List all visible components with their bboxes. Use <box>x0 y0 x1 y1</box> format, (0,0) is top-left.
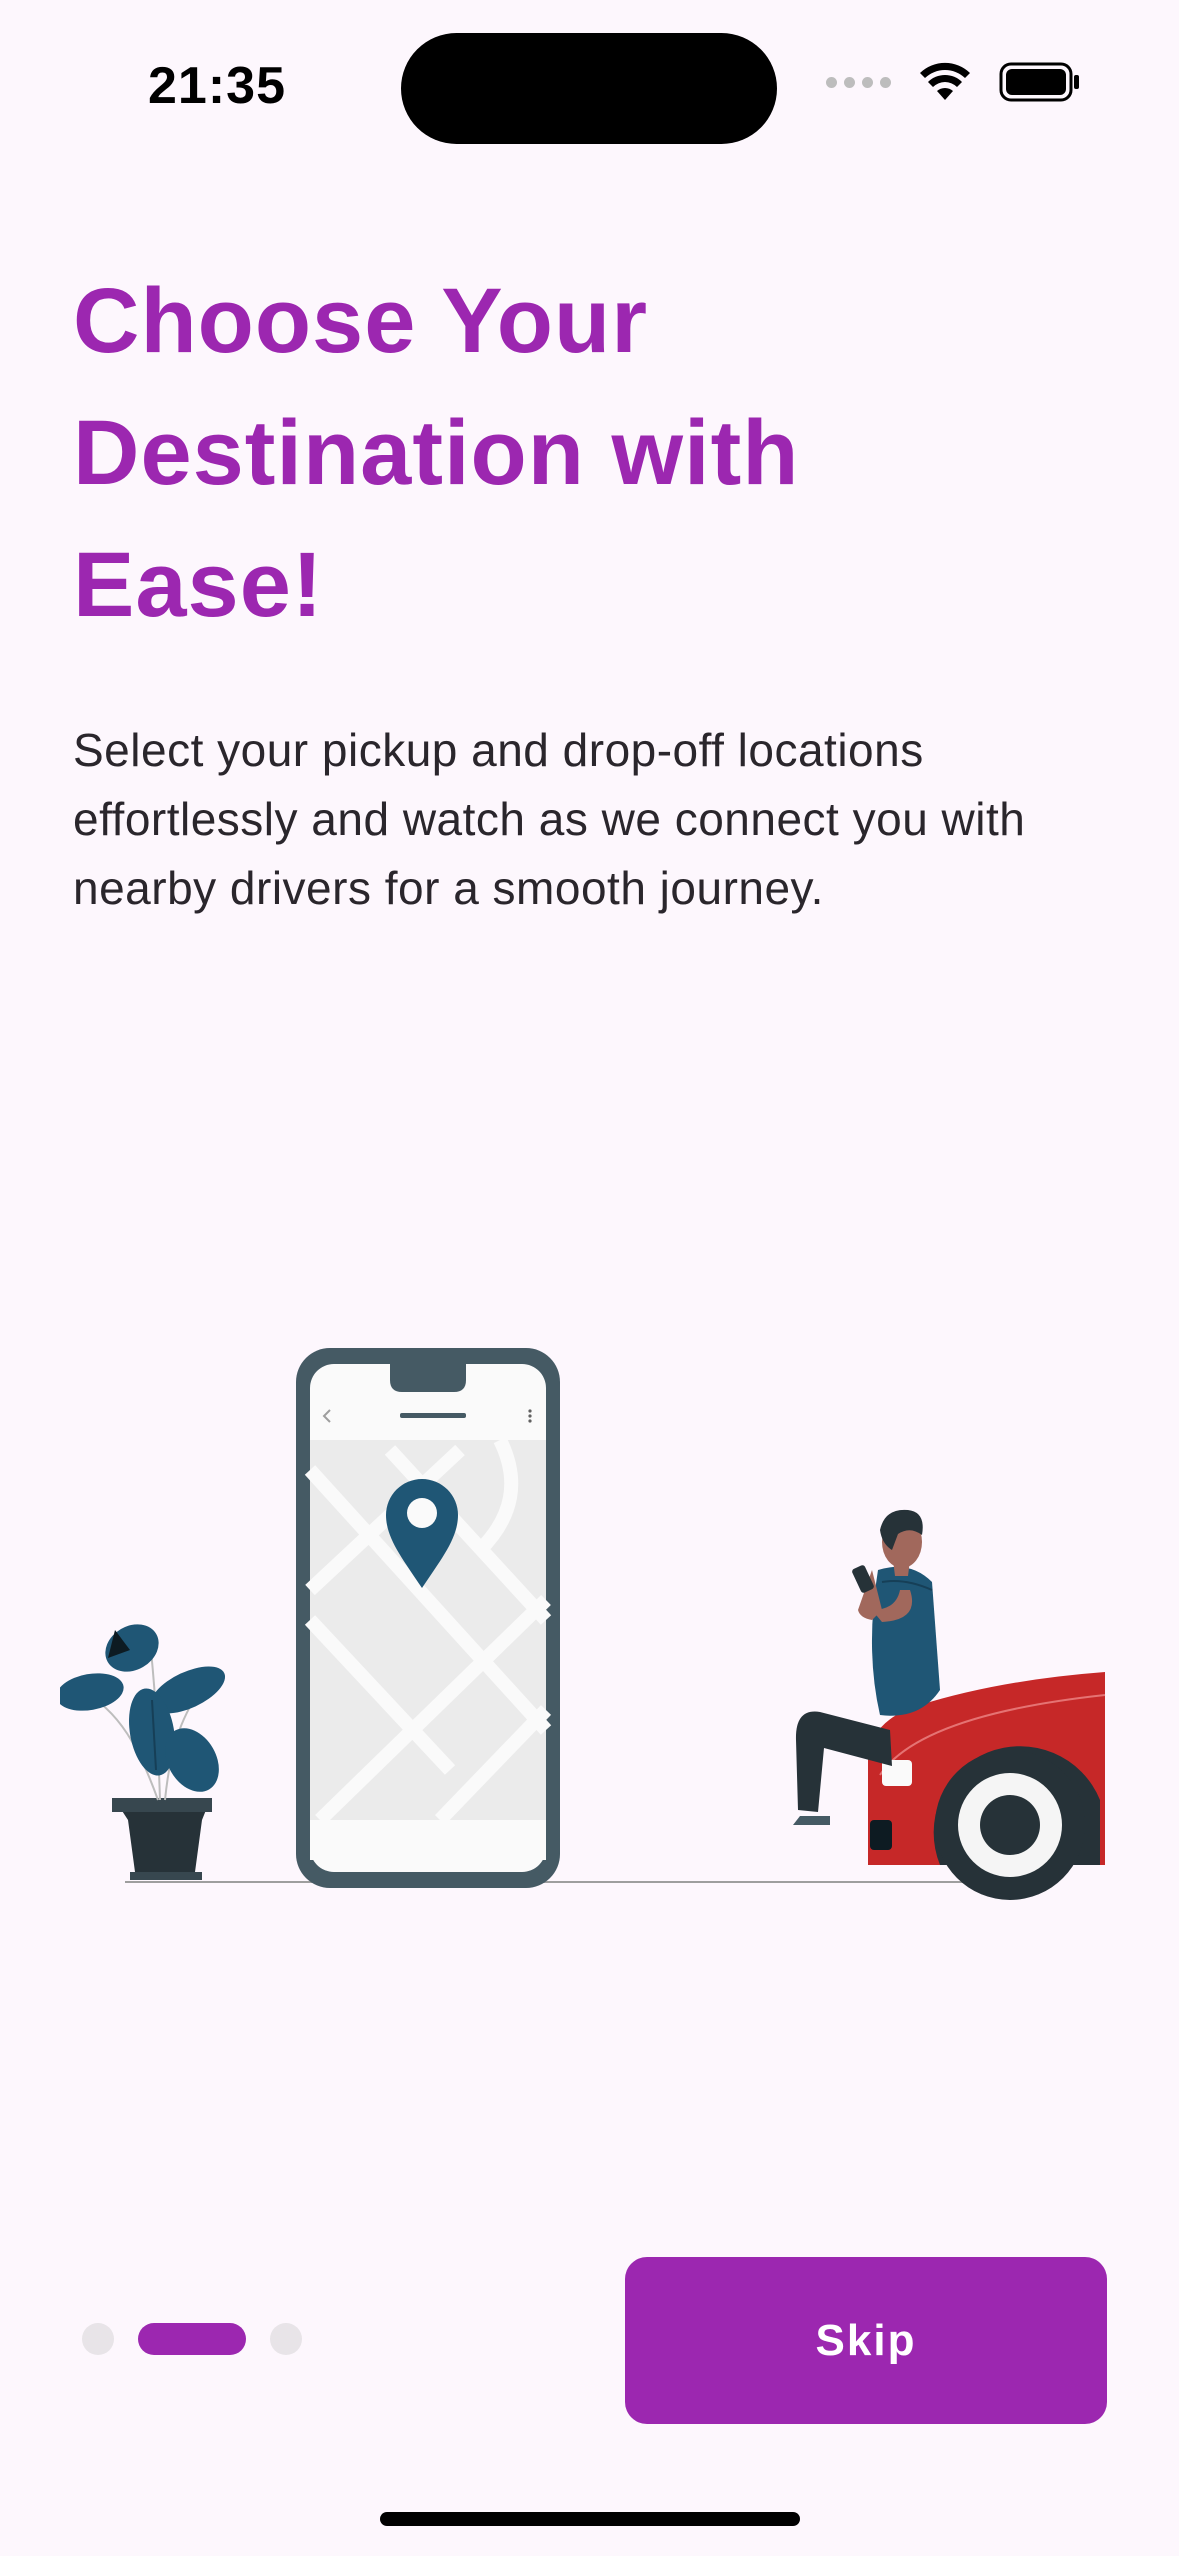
page-dot-1[interactable] <box>82 2323 114 2355</box>
status-time: 21:35 <box>148 57 286 115</box>
skip-button[interactable]: Skip <box>625 2257 1107 2424</box>
wifi-icon <box>920 62 970 100</box>
onboarding-description: Select your pickup and drop-off location… <box>73 724 1026 914</box>
page-indicator <box>82 2323 302 2355</box>
status-icons <box>826 62 1081 102</box>
plant-illustration <box>60 1624 226 1880</box>
onboarding-screen: 21:35 Choose Your Destination with Ease!… <box>0 0 1179 2556</box>
home-indicator[interactable] <box>380 2512 800 2526</box>
phone-illustration <box>296 1348 560 1888</box>
battery-icon <box>999 62 1079 102</box>
onboarding-title: Choose Your Destination with Ease! <box>73 270 800 636</box>
page-dot-3[interactable] <box>270 2323 302 2355</box>
page-dot-2-active[interactable] <box>138 2323 246 2355</box>
destination-illustration <box>60 1348 1106 1900</box>
signal-icon <box>826 76 891 88</box>
dynamic-island <box>401 33 777 144</box>
